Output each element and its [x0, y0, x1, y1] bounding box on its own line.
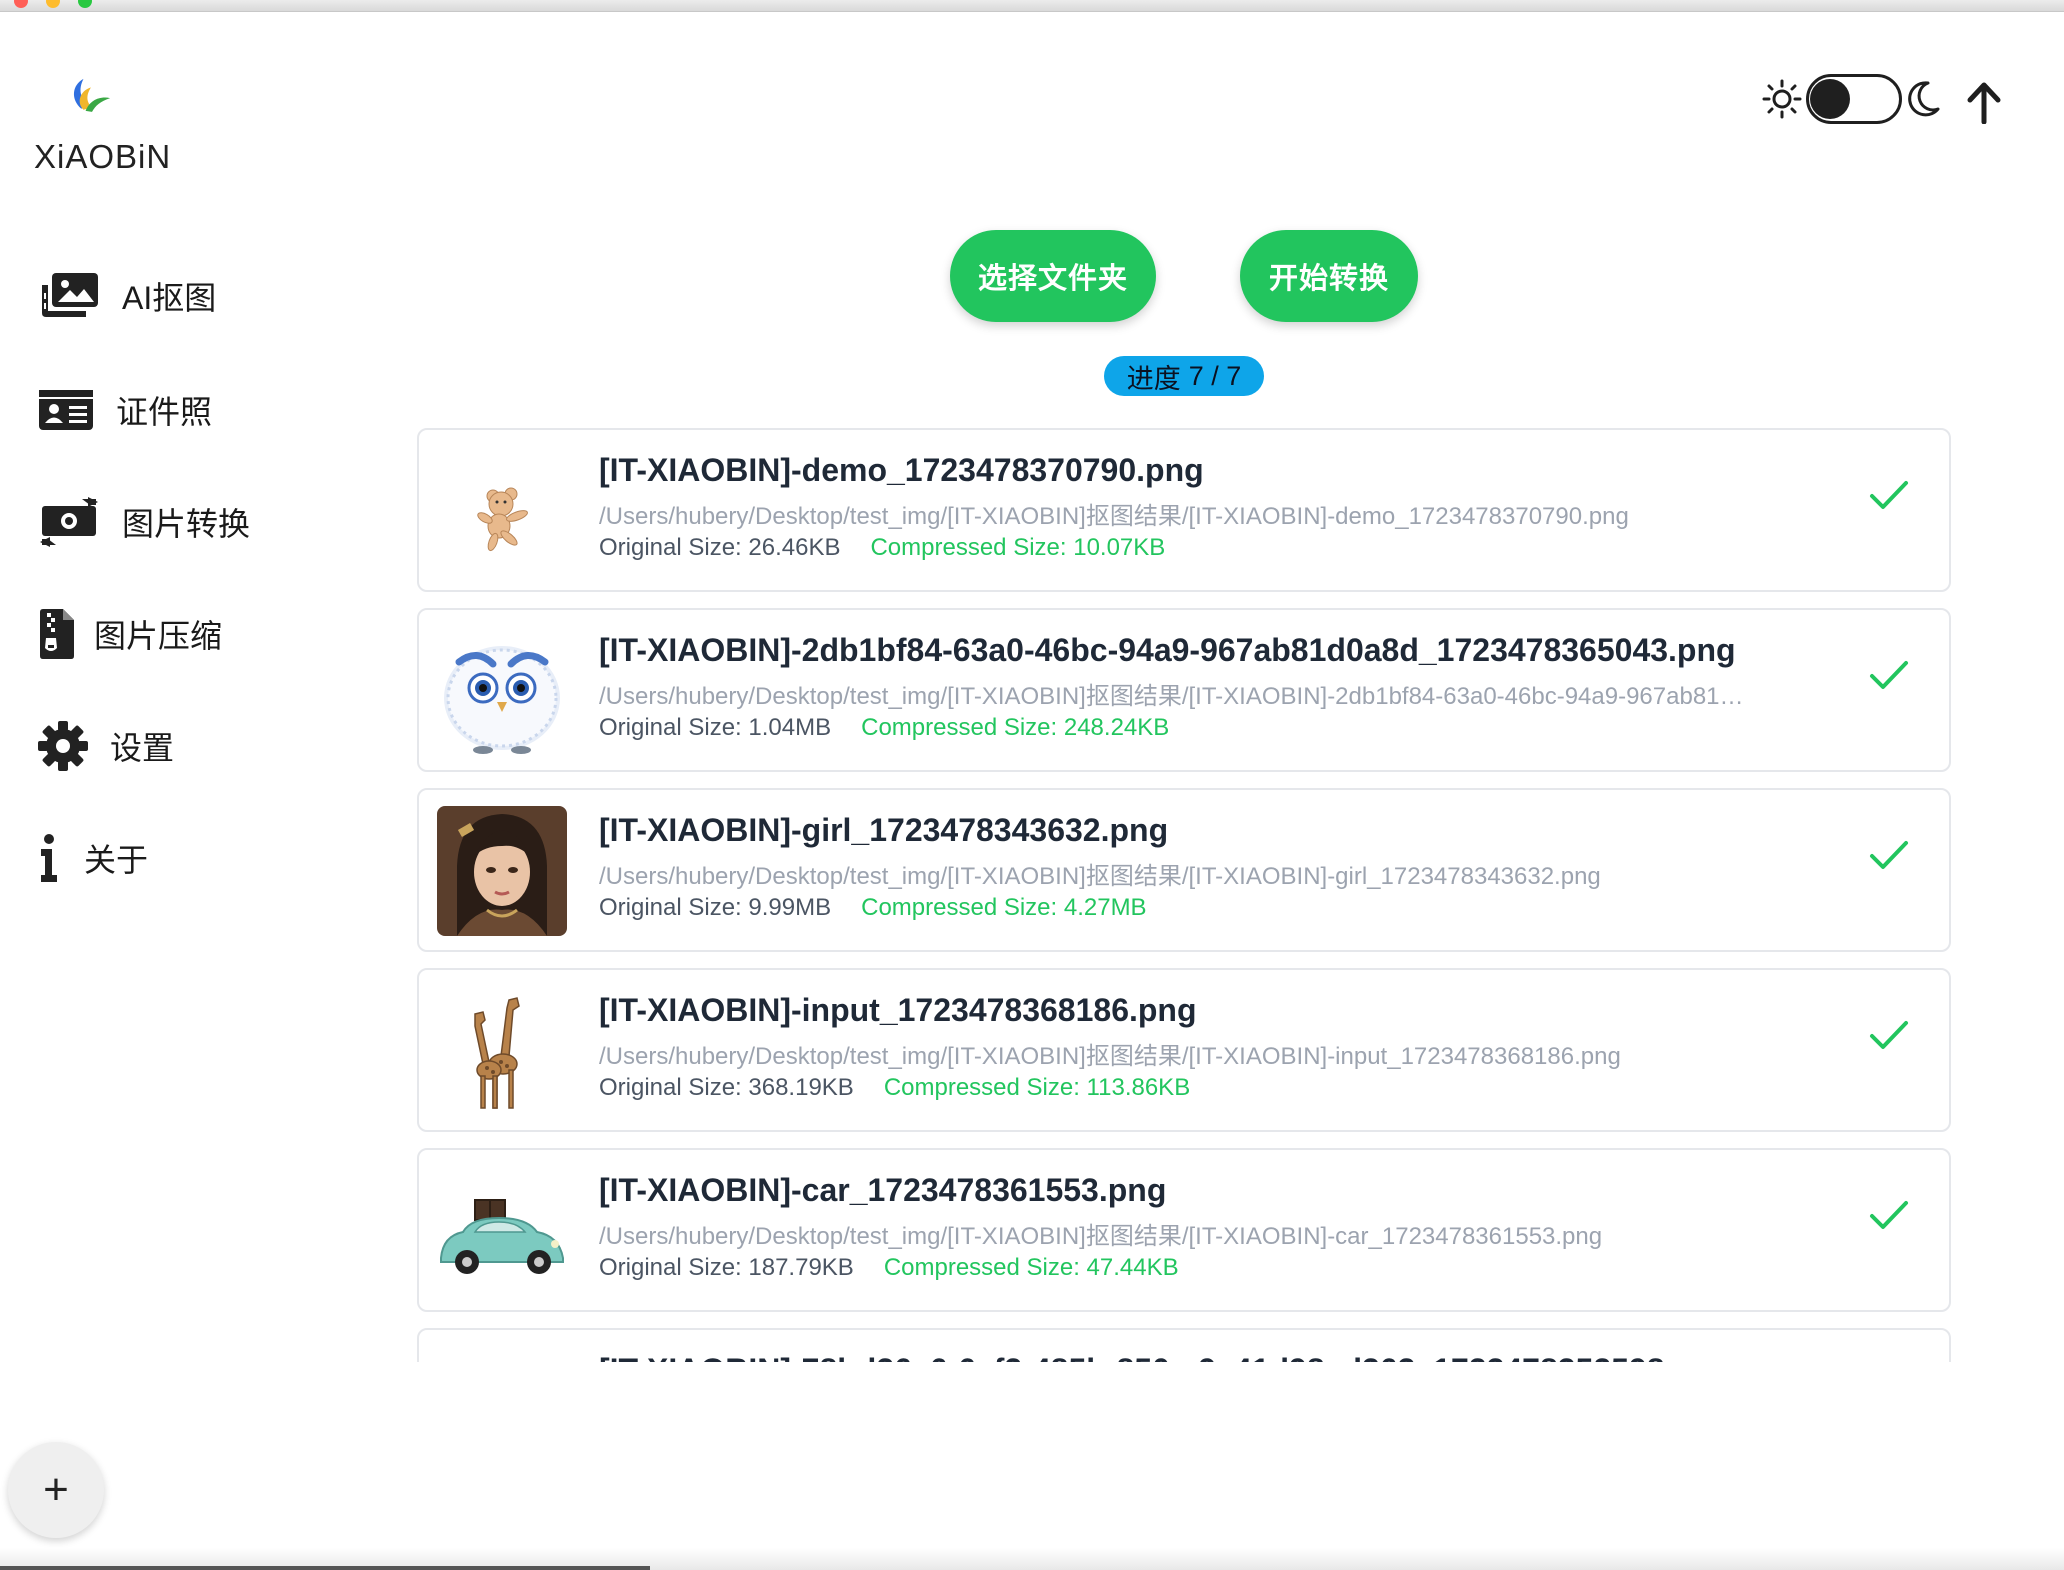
original-size: Original Size: 9.99MB: [599, 894, 832, 921]
file-name: [IT-XIAOBIN]-girl_1723478343632.png: [599, 812, 1169, 848]
file-name: [IT-XIAOBIN]-2db1bf84-63a0-46bc-94a9-967…: [599, 632, 1736, 668]
check-icon: [1870, 841, 1908, 869]
file-list[interactable]: [IT-XIAOBIN]-demo_1723478370790.png /Use…: [412, 426, 1956, 1362]
progress-text: 7 / 7: [1188, 360, 1242, 391]
sidebar-item-ai-cutout[interactable]: AI抠图: [38, 266, 216, 326]
sidebar-item-label: 证件照: [116, 394, 213, 430]
file-name: [IT-XIAOBIN]-car_1723478361553.png: [599, 1172, 1167, 1208]
money-bill-transfer-icon: [40, 497, 98, 547]
file-name: [IT-XIAOBIN]-78bd36e6-6cf3-485b-850a-9a4…: [599, 1352, 1759, 1362]
file-card[interactable]: [IT-XIAOBIN]-girl_1723478343632.png /Use…: [417, 788, 1951, 952]
file-thumbnail: [437, 986, 567, 1116]
logo-text: XiAOBiN: [34, 138, 172, 175]
file-thumbnail: [437, 1346, 567, 1362]
close-window-button[interactable]: [14, 0, 28, 8]
file-path: /Users/hubery/Desktop/test_img/[IT-XIAOB…: [599, 683, 1749, 710]
start-convert-button[interactable]: 开始转换: [1240, 230, 1418, 322]
compressed-size: Compressed Size: 113.86KB: [883, 1074, 1191, 1101]
minimize-window-button[interactable]: [46, 0, 60, 8]
file-sizes: Original Size: 9.99MB Compressed Size: 4.…: [599, 894, 1147, 922]
check-icon: [1870, 661, 1908, 689]
file-thumbnail: [437, 626, 567, 756]
compressed-size: Compressed Size: 4.27MB: [861, 894, 1147, 921]
zoom-window-button[interactable]: [78, 0, 92, 8]
file-path: /Users/hubery/Desktop/test_img/[IT-XIAOB…: [599, 863, 1601, 890]
file-card[interactable]: [IT-XIAOBIN]-input_1723478368186.png /Us…: [417, 968, 1951, 1132]
id-card-icon: [39, 390, 93, 430]
sidebar-item-about[interactable]: 关于: [40, 828, 148, 888]
progress-badge: 进度 7 / 7: [1104, 356, 1264, 396]
compressed-size: Compressed Size: 47.44KB: [883, 1254, 1179, 1281]
sidebar-item-settings[interactable]: 设置: [38, 716, 174, 776]
file-name: [IT-XIAOBIN]-input_1723478368186.png: [599, 992, 1197, 1028]
sidebar-item-label: 图片转换: [122, 506, 251, 542]
sidebar-item-label: 设置: [110, 730, 175, 766]
file-sizes: Original Size: 187.79KB Compressed Size: …: [599, 1254, 1179, 1282]
file-thumbnail: [437, 806, 567, 936]
original-size: Original Size: 1.04MB: [599, 714, 832, 741]
file-sizes: Original Size: 26.46KB Compressed Size: 1…: [599, 534, 1165, 562]
progress-label: 进度: [1126, 363, 1181, 394]
select-folder-button[interactable]: 选择文件夹: [950, 230, 1156, 322]
sidebar-item-label: AI抠图: [122, 280, 217, 316]
file-path: /Users/hubery/Desktop/test_img/[IT-XIAOB…: [599, 1043, 1621, 1070]
sidebar-item-id-photo[interactable]: 证件照: [38, 380, 212, 440]
file-sizes: Original Size: 368.19KB Compressed Size: …: [599, 1074, 1190, 1102]
sidebar-item-label: 图片压缩: [94, 618, 223, 654]
sidebar-item-image-convert[interactable]: 图片转换: [38, 492, 250, 552]
file-name: [IT-XIAOBIN]-demo_1723478370790.png: [599, 452, 1204, 488]
file-card[interactable]: [IT-XIAOBIN]-car_1723478361553.png /User…: [417, 1148, 1951, 1312]
check-icon: [1870, 1021, 1908, 1049]
theme-switch[interactable]: [1806, 74, 1902, 124]
gear-icon: [38, 721, 88, 771]
sidebar-item-image-compress[interactable]: 图片压缩: [38, 604, 222, 664]
file-thumbnail: [437, 446, 567, 576]
file-card[interactable]: [IT-XIAOBIN]-78bd36e6-6cf3-485b-850a-9a4…: [417, 1328, 1951, 1362]
theme-toggle[interactable]: [1762, 74, 1942, 124]
sidebar-item-label: 关于: [84, 842, 149, 878]
switch-knob: [1810, 79, 1850, 119]
original-size: Original Size: 368.19KB: [599, 1074, 854, 1101]
add-button[interactable]: +: [8, 1442, 104, 1538]
arrow-up-icon[interactable]: [1966, 80, 2002, 124]
check-icon: [1870, 1201, 1908, 1229]
images-icon: [42, 273, 98, 317]
scroll-indicator: [0, 1566, 650, 1570]
file-thumbnail: [437, 1166, 567, 1296]
file-path: /Users/hubery/Desktop/test_img/[IT-XIAOB…: [599, 503, 1629, 530]
compressed-size: Compressed Size: 248.24KB: [861, 714, 1170, 741]
file-card[interactable]: [IT-XIAOBIN]-2db1bf84-63a0-46bc-94a9-967…: [417, 608, 1951, 772]
file-path: /Users/hubery/Desktop/test_img/[IT-XIAOB…: [599, 1223, 1603, 1250]
check-icon: [1870, 481, 1908, 509]
original-size: Original Size: 187.79KB: [599, 1254, 854, 1281]
window-titlebar: [0, 0, 2064, 12]
moon-icon: [1908, 81, 1940, 117]
file-sizes: Original Size: 1.04MB Compressed Size: 24…: [599, 714, 1169, 742]
original-size: Original Size: 26.46KB: [599, 534, 841, 561]
compressed-size: Compressed Size: 10.07KB: [870, 534, 1166, 561]
logo-mark-icon: [73, 78, 111, 112]
sun-icon: [1762, 79, 1802, 119]
info-icon: [41, 834, 57, 882]
file-zipper-icon: [40, 609, 74, 659]
file-card[interactable]: [IT-XIAOBIN]-demo_1723478370790.png /Use…: [417, 428, 1951, 592]
